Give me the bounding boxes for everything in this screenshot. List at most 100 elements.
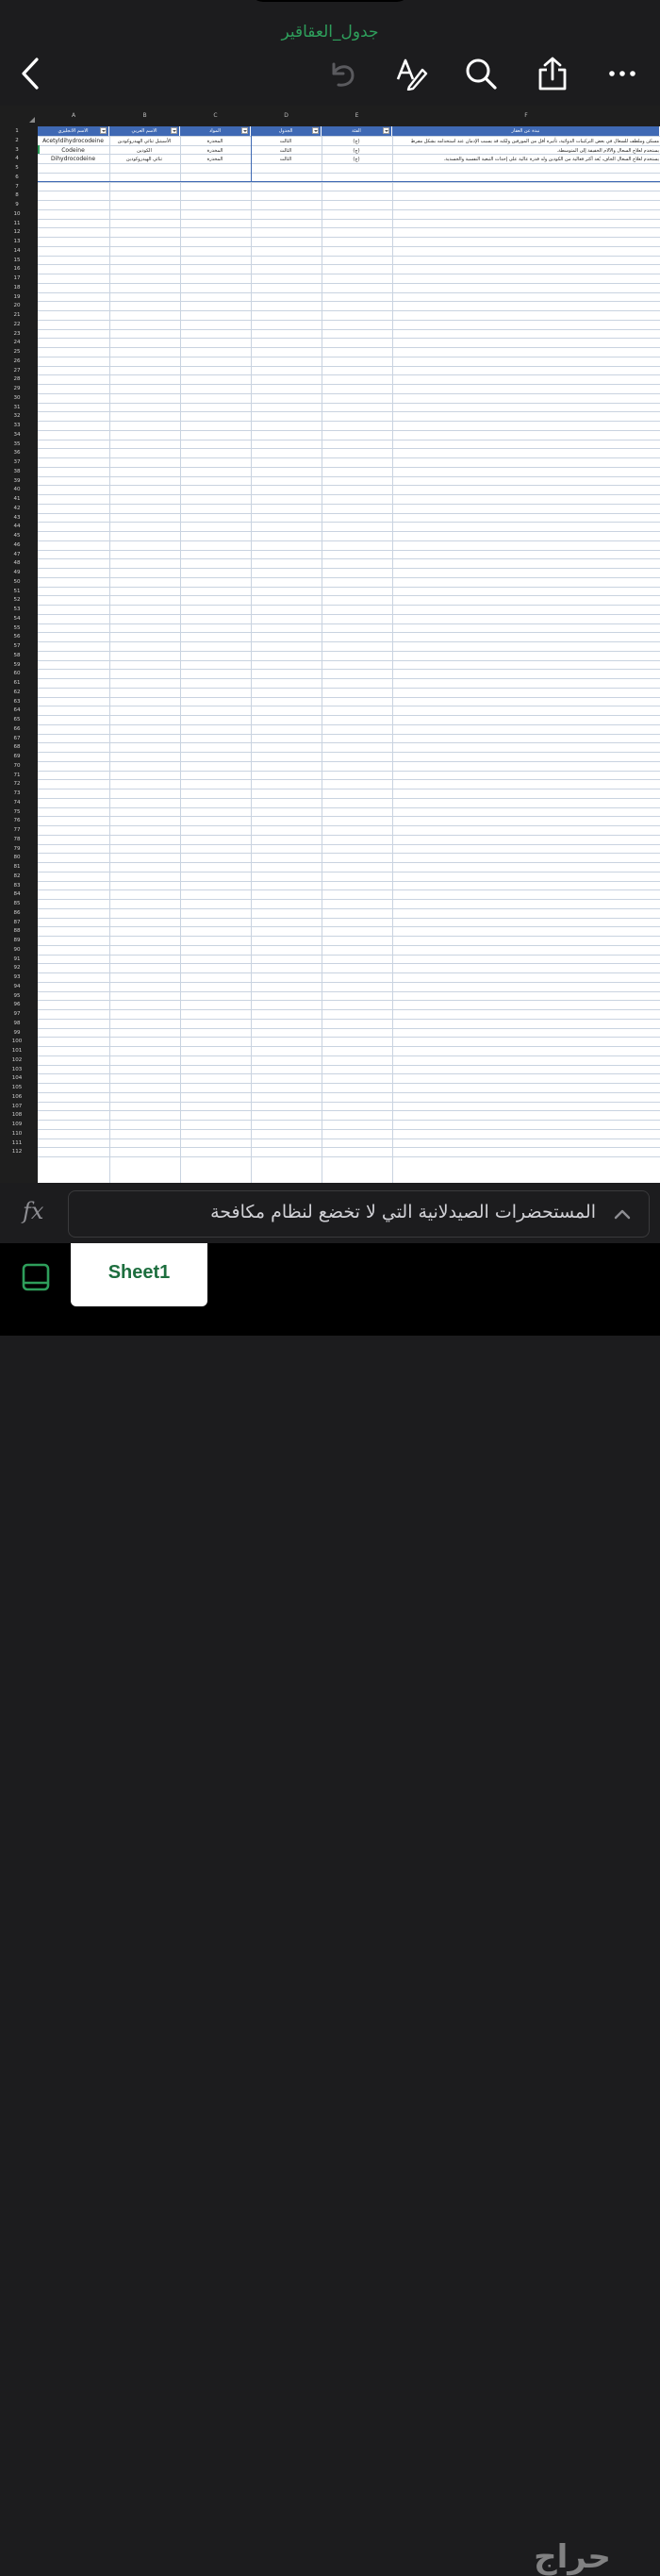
row-header[interactable]: 110	[0, 1131, 34, 1137]
row-header[interactable]: 1	[0, 128, 34, 134]
formula-input[interactable]: المستحضرات الصيدلانية التي لا تخضع لنظام…	[68, 1190, 650, 1238]
row-header[interactable]: 37	[0, 459, 34, 465]
spreadsheet-grid[interactable]: ABCDEF 1 2 3 4 5 6 7 8 9 10 11 12 13 14 15 16 17 18 19 20 21…	[0, 106, 660, 1183]
row-header[interactable]: 50	[0, 579, 34, 585]
column-header-c[interactable]: C	[180, 106, 251, 126]
row-header[interactable]: 61	[0, 680, 34, 686]
row-header[interactable]: 10	[0, 211, 34, 217]
row-header[interactable]: 94	[0, 984, 34, 989]
row-header[interactable]: 92	[0, 965, 34, 971]
row-header[interactable]: 88	[0, 928, 34, 934]
row-header[interactable]: 36	[0, 450, 34, 456]
row-header[interactable]: 16	[0, 266, 34, 272]
row-header[interactable]: 25	[0, 349, 34, 355]
row-header[interactable]: 85	[0, 901, 34, 906]
row-header[interactable]: 7	[0, 184, 34, 190]
row-header[interactable]: 39	[0, 478, 34, 484]
select-all-corner[interactable]	[0, 106, 38, 126]
row-header[interactable]: 62	[0, 690, 34, 695]
row-header[interactable]: 96	[0, 1002, 34, 1007]
row-header[interactable]: 14	[0, 248, 34, 254]
more-button[interactable]	[603, 55, 641, 92]
share-button[interactable]	[534, 55, 571, 92]
row-header[interactable]: 79	[0, 846, 34, 852]
row-header[interactable]: 98	[0, 1021, 34, 1026]
row-header[interactable]: 76	[0, 818, 34, 823]
undo-button[interactable]	[322, 55, 360, 92]
row-header[interactable]: 2	[0, 138, 34, 143]
row-header[interactable]: 53	[0, 607, 34, 612]
row-header[interactable]: 51	[0, 589, 34, 594]
row-header[interactable]: 63	[0, 699, 34, 705]
row-header[interactable]: 4	[0, 156, 34, 161]
row-header[interactable]: 106	[0, 1094, 34, 1100]
column-header-d[interactable]: D	[251, 106, 322, 126]
row-header[interactable]: 17	[0, 275, 34, 281]
row-header[interactable]: 64	[0, 707, 34, 713]
row-header[interactable]: 80	[0, 855, 34, 860]
row-header[interactable]: 42	[0, 506, 34, 511]
back-button[interactable]	[11, 55, 49, 92]
chevron-up-icon[interactable]	[612, 1205, 633, 1225]
row-header[interactable]: 67	[0, 736, 34, 741]
row-header[interactable]: 82	[0, 873, 34, 879]
row-header[interactable]: 84	[0, 891, 34, 897]
row-header[interactable]: 52	[0, 597, 34, 603]
row-header[interactable]: 21	[0, 312, 34, 318]
row-header[interactable]: 69	[0, 754, 34, 759]
row-header[interactable]: 108	[0, 1112, 34, 1118]
row-header[interactable]: 31	[0, 405, 34, 410]
row-header[interactable]: 102	[0, 1057, 34, 1063]
row-header[interactable]: 6	[0, 175, 34, 180]
row-header[interactable]: 30	[0, 395, 34, 401]
tab-sheet1[interactable]: Sheet1	[71, 1243, 207, 1306]
column-header-b[interactable]: B	[109, 106, 180, 126]
row-header[interactable]: 74	[0, 800, 34, 806]
row-header[interactable]: 93	[0, 974, 34, 980]
row-header[interactable]: 58	[0, 653, 34, 658]
row-header[interactable]: 3	[0, 147, 34, 153]
row-header[interactable]: 34	[0, 432, 34, 438]
row-header[interactable]: 68	[0, 744, 34, 750]
row-header[interactable]: 90	[0, 947, 34, 953]
row-header[interactable]: 105	[0, 1085, 34, 1090]
cell-area[interactable]: الاسم الانجليزي الاسم العربي المواد الجدول ا…	[38, 126, 660, 1183]
row-header[interactable]: 91	[0, 956, 34, 962]
row-header[interactable]: 40	[0, 487, 34, 492]
row-header[interactable]: 9	[0, 202, 34, 208]
row-header[interactable]: 65	[0, 717, 34, 723]
row-header[interactable]: 23	[0, 331, 34, 337]
row-header[interactable]: 13	[0, 239, 34, 244]
row-header[interactable]: 100	[0, 1039, 34, 1044]
row-header[interactable]: 41	[0, 496, 34, 502]
row-header[interactable]: 35	[0, 441, 34, 447]
row-header[interactable]: 111	[0, 1140, 34, 1146]
row-header[interactable]: 109	[0, 1122, 34, 1127]
row-header[interactable]: 70	[0, 763, 34, 769]
search-button[interactable]	[462, 55, 500, 92]
row-header[interactable]: 95	[0, 993, 34, 999]
row-header[interactable]: 32	[0, 413, 34, 419]
row-header[interactable]: 27	[0, 368, 34, 374]
row-header[interactable]: 89	[0, 938, 34, 943]
row-header[interactable]: 99	[0, 1030, 34, 1036]
row-header[interactable]: 15	[0, 258, 34, 263]
row-header[interactable]: 20	[0, 303, 34, 308]
row-header[interactable]: 24	[0, 340, 34, 345]
column-header-f[interactable]: F	[392, 106, 660, 126]
row-header[interactable]: 48	[0, 560, 34, 566]
row-header[interactable]: 87	[0, 920, 34, 925]
row-header[interactable]: 97	[0, 1011, 34, 1017]
row-header[interactable]: 33	[0, 423, 34, 428]
row-header[interactable]: 57	[0, 643, 34, 649]
row-header[interactable]: 28	[0, 376, 34, 382]
sheets-list-button[interactable]	[21, 1262, 51, 1296]
row-header[interactable]: 66	[0, 726, 34, 732]
row-header[interactable]: 86	[0, 910, 34, 916]
row-header[interactable]: 107	[0, 1104, 34, 1109]
row-header[interactable]: 5	[0, 165, 34, 171]
row-header[interactable]: 49	[0, 570, 34, 575]
row-header[interactable]: 73	[0, 790, 34, 796]
row-header[interactable]: 101	[0, 1048, 34, 1054]
row-header[interactable]: 29	[0, 386, 34, 391]
